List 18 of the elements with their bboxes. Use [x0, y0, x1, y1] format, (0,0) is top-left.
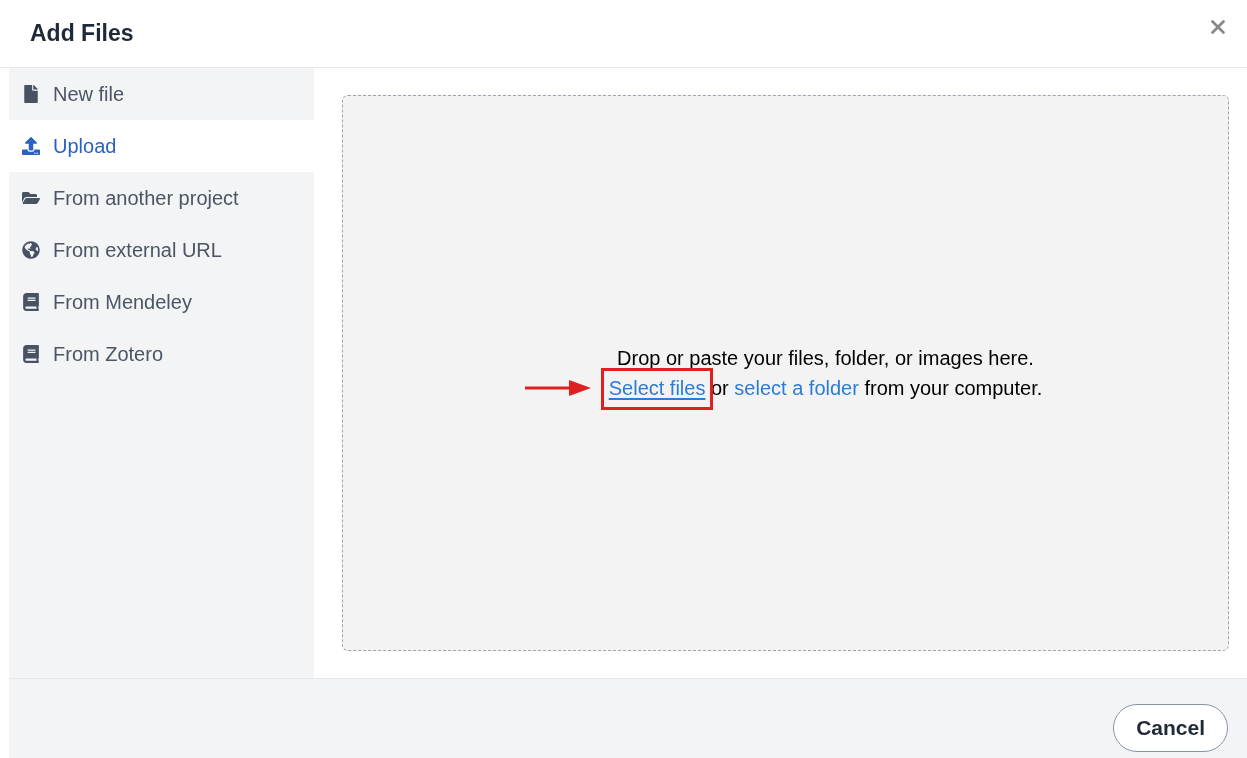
select-files-link[interactable]: Select files — [608, 377, 706, 399]
arrow — [524, 378, 591, 398]
book-icon — [21, 345, 41, 363]
upload-icon — [21, 137, 41, 155]
drop-instructions: Drop or paste your files, folder, or images here. — [617, 346, 1034, 371]
select-folder-link[interactable]: select a folder — [734, 377, 859, 399]
sidebar-item[interactable]: From external URL — [9, 224, 314, 276]
folder-icon — [21, 189, 41, 207]
globe-icon — [21, 241, 41, 259]
sidebar-item[interactable]: Upload — [9, 120, 314, 172]
sidebar-item[interactable]: New file — [9, 68, 314, 120]
book-icon — [21, 293, 41, 311]
dialog-title: Add Files — [30, 19, 134, 49]
cancel-button[interactable]: Cancel — [1113, 703, 1228, 752]
sidebar-item[interactable]: From Mendeley — [9, 276, 314, 328]
sidebar-item[interactable]: From Zotero — [9, 328, 314, 380]
sidebar-item[interactable]: From another project — [9, 172, 314, 224]
file-icon — [21, 85, 41, 103]
